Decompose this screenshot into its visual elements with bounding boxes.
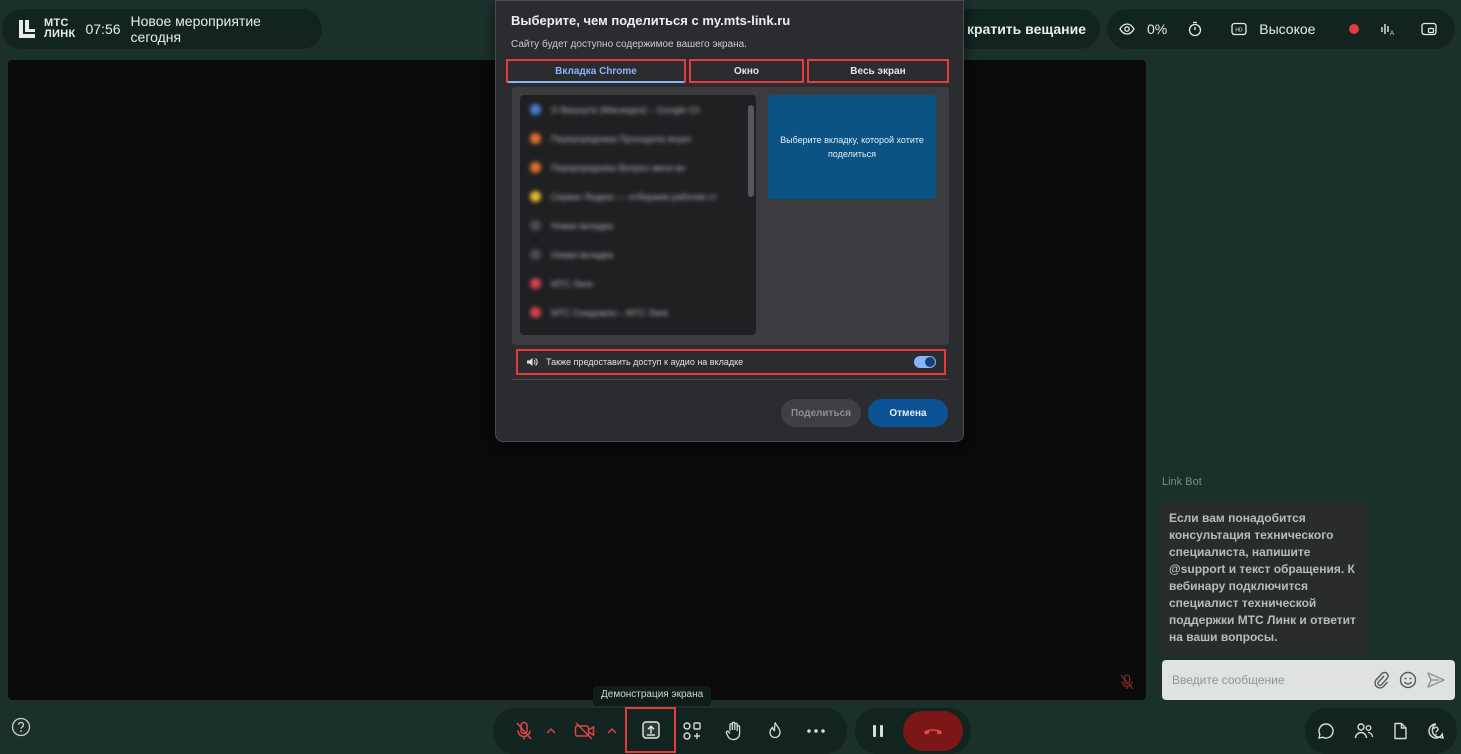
tooltip: Демонстрация экрана <box>593 686 712 706</box>
chat-sender-name: Link Bot <box>1162 476 1202 488</box>
help-button[interactable] <box>7 713 35 741</box>
attach-icon[interactable] <box>1373 671 1389 689</box>
tab-window[interactable]: Окно <box>689 59 804 83</box>
tab-title: Сервис Яндекс — отбираем рабочие ст <box>551 191 718 202</box>
chat-message-bubble: Если вам понадобится консультация технич… <box>1161 503 1367 655</box>
tab-picker-panel: О Вишнуте (Маскедон) – Google Ch Перерпр… <box>512 87 949 345</box>
share-screen-button[interactable] <box>625 707 676 753</box>
participants-icon[interactable] <box>1354 722 1374 740</box>
event-time: 07:56 <box>85 21 121 37</box>
tab-title: Новая вкладка <box>551 220 614 231</box>
chat-message-input[interactable] <box>1172 673 1363 687</box>
divider <box>512 379 949 380</box>
tab-title: О Вишнуте (Маскедон) – Google Ch <box>551 104 700 115</box>
share-preview: Выберите вкладку, которой хотите поделит… <box>768 95 936 199</box>
svg-text:HD: HD <box>1236 28 1244 34</box>
list-item[interactable]: Новая вкладка <box>520 240 756 269</box>
list-item[interactable]: МТС Снидомли – МТС Линк <box>520 298 756 327</box>
list-item[interactable]: Перерпредника Вопрос меня вн <box>520 153 756 182</box>
call-controls <box>855 708 971 754</box>
share-screen-icon <box>641 720 661 740</box>
camera-options-chevron-icon[interactable] <box>606 728 620 734</box>
active-tab-indicator <box>508 81 684 83</box>
hang-up-phone-icon <box>923 726 943 736</box>
sidebar-controls <box>1305 708 1457 754</box>
svg-text:A: A <box>1390 31 1394 37</box>
tab-favicon-icon <box>530 162 541 173</box>
top-left-bar: МТС ЛИНК 07:56 Новое мероприятие сегодня <box>2 9 322 49</box>
logo-icon <box>16 18 38 40</box>
tab-title: Перерпредника Вопрос меня вн <box>551 162 686 173</box>
view-percent: 0% <box>1147 21 1168 37</box>
dialog-subtitle: Сайту будет доступно содержимое вашего э… <box>511 39 747 50</box>
cancel-button[interactable]: Отмена <box>868 399 948 427</box>
files-icon[interactable] <box>1392 722 1408 740</box>
audio-levels-icon[interactable]: A <box>1379 21 1395 37</box>
list-item[interactable]: Перерпредника Проходила внукн <box>520 124 756 153</box>
list-scrollbar[interactable] <box>748 105 754 197</box>
share-picker-dialog: Выберите, чем поделиться с my.mts-link.r… <box>495 0 964 442</box>
browser-tab-list[interactable]: О Вишнуте (Маскедон) – Google Ch Перерпр… <box>520 95 756 335</box>
list-item[interactable]: МТС Линк <box>520 269 756 298</box>
tab-favicon-icon <box>530 104 541 115</box>
preview-hint: Выберите вкладку, которой хотите поделит… <box>780 135 924 159</box>
record-indicator[interactable] <box>1349 24 1360 34</box>
muted-mic-icon <box>1120 674 1134 690</box>
audio-share-toggle[interactable] <box>914 356 936 368</box>
picture-in-picture-icon[interactable] <box>1421 21 1438 37</box>
event-title: Новое мероприятие сегодня <box>130 13 261 45</box>
tab-favicon-icon <box>530 220 541 231</box>
tab-favicon-icon <box>530 191 541 202</box>
tab-favicon-icon <box>530 278 541 289</box>
chat-input-bar <box>1162 660 1455 700</box>
tab-favicon-icon <box>530 307 541 318</box>
stop-broadcast-label: кратить вещание <box>967 21 1086 37</box>
logo-line2: ЛИНК <box>44 28 76 40</box>
tab-title: Новая вкладка <box>551 249 614 260</box>
pause-button[interactable] <box>863 712 893 750</box>
camera-button[interactable] <box>564 712 605 750</box>
help-chat-icon[interactable] <box>1427 722 1445 740</box>
tab-entire-screen[interactable]: Весь экран <box>807 59 949 83</box>
audio-option-label: Также предоставить доступ к аудио на вкл… <box>546 357 744 367</box>
mic-options-chevron-icon[interactable] <box>544 728 558 734</box>
list-item[interactable]: Новая вкладка <box>520 211 756 240</box>
eye-icon <box>1119 21 1135 37</box>
hd-quality-icon[interactable]: HD <box>1231 22 1247 36</box>
send-icon[interactable] <box>1427 672 1445 688</box>
hang-up-button[interactable] <box>903 711 963 751</box>
more-options-button[interactable] <box>796 712 837 750</box>
tab-title: Перерпредника Проходила внукн <box>551 133 691 144</box>
stop-broadcast-button[interactable]: кратить вещание <box>950 9 1100 49</box>
raise-hand-button[interactable] <box>713 712 754 750</box>
quality-label[interactable]: Высокое <box>1259 21 1315 37</box>
list-item[interactable]: Сервис Яндекс — отбираем рабочие ст <box>520 182 756 211</box>
tab-title: МТС Линк <box>551 278 593 289</box>
tab-title: МТС Снидомли – МТС Линк <box>551 307 669 318</box>
chat-message-text: Если вам понадобится консультация технич… <box>1169 511 1356 644</box>
share-button[interactable]: Поделиться <box>781 399 861 427</box>
emoji-icon[interactable] <box>1399 671 1417 689</box>
logo-text: МТС ЛИНК <box>44 18 75 40</box>
share-audio-option: Также предоставить доступ к аудио на вкл… <box>516 349 946 375</box>
tab-favicon-icon <box>530 249 541 260</box>
mts-link-logo[interactable]: МТС ЛИНК <box>16 18 75 40</box>
tab-chrome-tab[interactable]: Вкладка Chrome <box>506 59 686 83</box>
tab-favicon-icon <box>530 133 541 144</box>
speaker-icon <box>526 356 538 368</box>
timer-icon[interactable] <box>1187 21 1203 37</box>
microphone-button[interactable] <box>503 712 544 750</box>
top-right-bar: 0% HD Высокое A <box>1107 9 1455 49</box>
help-icon <box>11 717 31 737</box>
apps-button[interactable] <box>672 712 713 750</box>
list-item[interactable]: О Вишнуте (Маскедон) – Google Ch <box>520 95 756 124</box>
reactions-button[interactable] <box>754 712 795 750</box>
chat-icon[interactable] <box>1317 722 1335 740</box>
dialog-title: Выберите, чем поделиться с my.mts-link.r… <box>511 13 791 28</box>
